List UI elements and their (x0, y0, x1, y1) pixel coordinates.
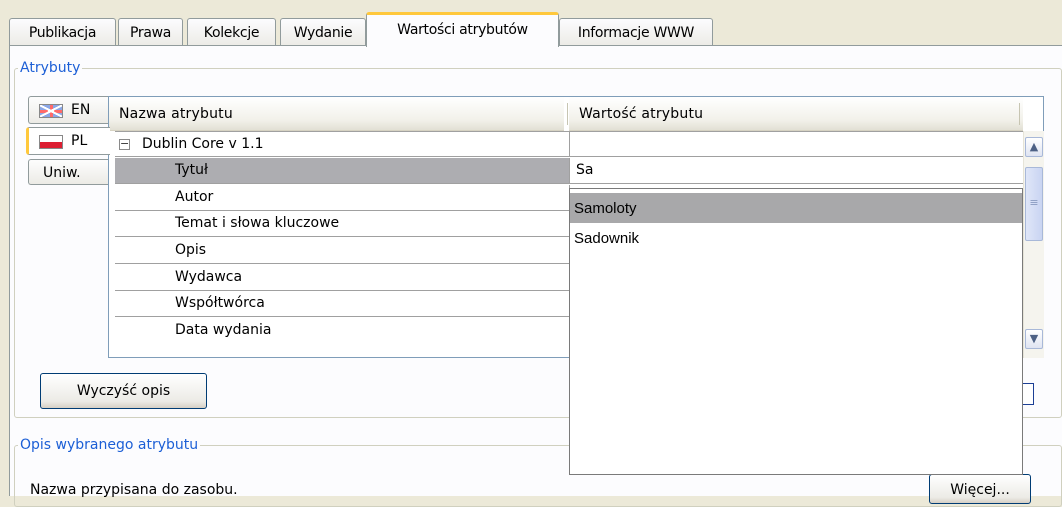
checkbox[interactable] (1023, 383, 1034, 405)
tab-wydanie[interactable]: Wydanie (280, 18, 366, 46)
description-group-legend: Opis wybranego atrybutu (18, 437, 201, 453)
autocomplete-dropdown[interactable]: Samoloty Sadownik (569, 188, 1023, 475)
tab-prawa[interactable]: Prawa (118, 18, 183, 46)
group-label: Dublin Core v 1.1 (142, 136, 264, 152)
lang-tab-label: Uniw. (43, 165, 81, 181)
scroll-down-button[interactable]: ▼ (1025, 329, 1043, 349)
attribute-name: Tytuł (175, 162, 208, 178)
description-text: Nazwa przypisana do zasobu. (30, 482, 238, 498)
attribute-name: Autor (175, 189, 214, 205)
lang-tab-uniw[interactable]: Uniw. (28, 159, 108, 185)
tab-wartosci-atrybutow[interactable]: Wartości atrybutów (366, 12, 559, 47)
attribute-value-input[interactable]: Sa (570, 158, 1023, 183)
pl-flag-icon (39, 135, 63, 149)
column-divider[interactable] (1019, 103, 1020, 125)
uk-flag-icon (39, 104, 63, 118)
column-header-value[interactable]: Wartość atrybutu (569, 97, 1023, 131)
scroll-thumb[interactable]: ≡ (1025, 167, 1043, 241)
attribute-name: Opis (175, 242, 207, 258)
autocomplete-option[interactable]: Sadownik (570, 223, 1022, 253)
tab-informacje-www[interactable]: Informacje WWW (559, 18, 713, 46)
column-header-name[interactable]: Nazwa atrybutu (109, 97, 564, 131)
attribute-name: Wydawca (175, 269, 243, 285)
collapse-icon[interactable]: − (119, 138, 130, 150)
clear-description-button[interactable]: Wyczyść opis (40, 373, 207, 409)
attribute-name: Współtwórca (175, 295, 265, 311)
lang-tab-en[interactable]: EN (28, 96, 108, 124)
autocomplete-option[interactable]: Samoloty (570, 193, 1022, 223)
lang-tab-pl[interactable]: PL (26, 127, 110, 155)
scroll-up-button[interactable]: ▲ (1025, 137, 1043, 157)
attributes-group-legend: Atrybuty (18, 60, 83, 76)
column-divider[interactable] (567, 103, 568, 125)
grid-scrollbar[interactable]: ▲ ≡ ▼ (1023, 131, 1044, 358)
lang-tab-label: EN (71, 102, 91, 118)
tab-kolekcje[interactable]: Kolekcje (187, 18, 276, 46)
more-button[interactable]: Więcej... (929, 474, 1031, 504)
group-row[interactable]: − Dublin Core v 1.1 (115, 131, 1023, 157)
lang-tab-label: PL (71, 133, 88, 149)
tab-publikacja[interactable]: Publikacja (9, 18, 116, 46)
attribute-name: Temat i słowa kluczowe (175, 215, 340, 231)
attribute-name: Data wydania (175, 322, 272, 338)
table-row-tytul[interactable]: Tytuł Sa (115, 158, 1023, 184)
